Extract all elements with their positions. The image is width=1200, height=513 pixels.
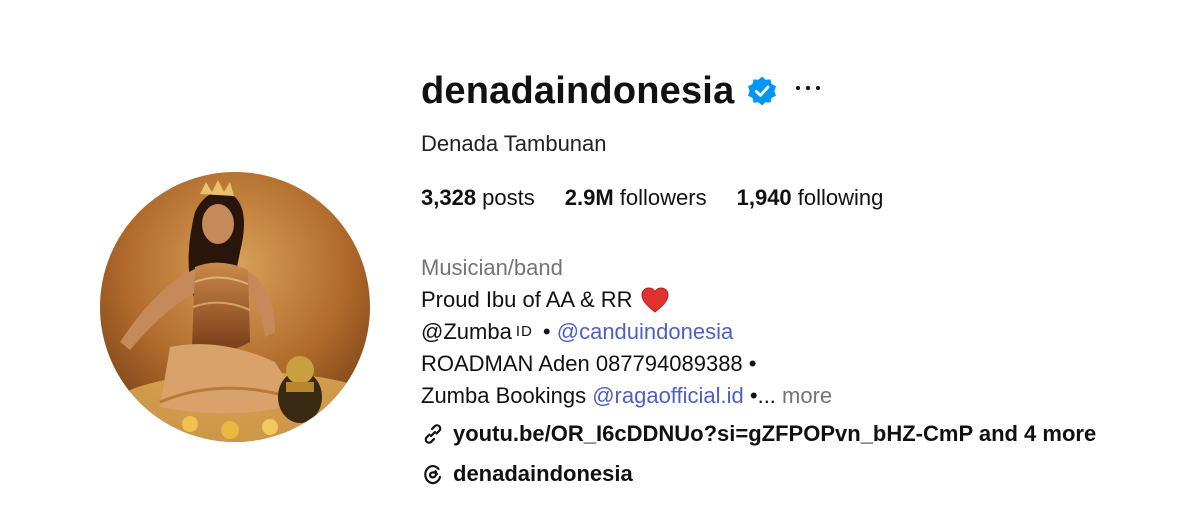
dot — [796, 86, 801, 90]
followers-label: followers — [613, 185, 707, 210]
full-name: Denada Tambunan — [421, 131, 607, 156]
profile-stats: 3,328 posts 2.9M followers 1,940 followi… — [421, 182, 1181, 214]
bio-line-1: Proud Ibu of AA & RR — [421, 284, 1181, 316]
threads-link[interactable]: denadaindonesia — [421, 458, 1181, 490]
followers-count: 2.9M — [564, 185, 614, 210]
more-button[interactable]: more — [776, 380, 832, 412]
link-icon — [421, 422, 445, 446]
bio-id-text: ID — [515, 323, 533, 340]
bio-separator: • — [536, 319, 557, 344]
profile-bio: Proud Ibu of AA & RR @Zumba ID • @candui… — [421, 284, 1181, 412]
link-text: youtu.be/OR_I6cDDNUo?si=gZFPOPvn_bHZ-CmP… — [453, 421, 1097, 446]
posts-stat[interactable]: 3,328 posts — [421, 182, 535, 214]
username: denadaindonesia — [421, 70, 735, 112]
followers-stat[interactable]: 2.9M followers — [565, 182, 707, 214]
dot — [816, 86, 821, 90]
mention-link[interactable]: @canduindonesia — [557, 316, 733, 348]
bio-line-2: @Zumba ID • @canduindonesia — [421, 316, 1181, 348]
dot — [806, 86, 811, 90]
avatar-image — [100, 172, 370, 442]
profile-category: Musician/band — [421, 255, 563, 280]
following-stat[interactable]: 1,940 following — [737, 182, 884, 214]
following-label: following — [791, 185, 884, 210]
profile-header: denadaindonesia Denada Tambunan 3,328 po… — [421, 60, 1181, 490]
bio-text: •... — [743, 383, 776, 408]
external-link[interactable]: youtu.be/OR_I6cDDNUo?si=gZFPOPvn_bHZ-CmP… — [421, 418, 1181, 450]
bio-text: @Zumba — [421, 319, 512, 344]
username-row: denadaindonesia — [421, 60, 1181, 122]
threads-icon — [421, 462, 445, 486]
posts-label: posts — [476, 185, 535, 210]
bio-text: Zumba Bookings — [421, 383, 593, 408]
red-heart-icon — [641, 287, 669, 313]
bio-text: ROADMAN Aden 087794089388 • — [421, 351, 757, 376]
bio-text: Proud Ibu of AA & RR — [421, 287, 633, 312]
posts-count: 3,328 — [421, 185, 477, 210]
following-count: 1,940 — [736, 185, 792, 210]
bio-line-4: Zumba Bookings @ragaofficial.id •... mor… — [421, 380, 1181, 412]
verified-badge-icon — [746, 75, 778, 107]
profile-avatar[interactable] — [100, 172, 370, 442]
bio-line-3: ROADMAN Aden 087794089388 • — [421, 348, 1181, 380]
mention-link[interactable]: @ragaofficial.id — [592, 380, 744, 412]
threads-handle: denadaindonesia — [453, 461, 633, 486]
more-options-icon[interactable] — [796, 83, 821, 93]
